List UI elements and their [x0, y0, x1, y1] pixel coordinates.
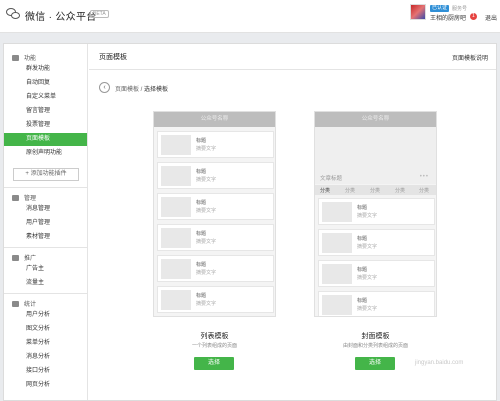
- notification-count[interactable]: 1: [470, 13, 477, 20]
- category-tab: 分类: [345, 188, 356, 194]
- sidebar-item-advertiser[interactable]: 广告主: [4, 263, 87, 276]
- sidebar-item-custom-menu[interactable]: 自定义菜单: [4, 91, 87, 104]
- category-tabs: 分类 分类 分类 分类 分类: [315, 185, 436, 195]
- sidebar-item-page-templates[interactable]: 页面模板: [4, 133, 87, 146]
- image-placeholder: [322, 233, 352, 253]
- sidebar-item-materials[interactable]: 素材管理: [4, 231, 87, 244]
- list-item: 标题 摘要文字: [318, 260, 435, 287]
- list-template-desc: 一个列表组成的页面: [191, 343, 237, 349]
- sidebar-item-comments[interactable]: 留言管理: [4, 105, 87, 118]
- list-item: 标题 摘要文字: [318, 198, 435, 225]
- sidebar-item-web-analysis[interactable]: 网页分析: [4, 379, 87, 392]
- list-template-name: 列表模板: [200, 333, 229, 340]
- image-placeholder: [161, 166, 191, 186]
- beta-badge: BETA: [90, 10, 109, 18]
- breadcrumb-current: 选择模板: [144, 87, 169, 93]
- avatar[interactable]: [410, 4, 426, 20]
- brand-title[interactable]: 微信 · 公众平台: [25, 8, 97, 23]
- account-name-header: 公众号名称: [315, 112, 436, 127]
- megaphone-icon: [12, 255, 19, 261]
- cover-template-preview[interactable]: 公众号名称 文章标题 ••• 分类 分类 分类 分类 分类 标题 摘要文字 标题摘…: [314, 111, 437, 317]
- sidebar-item-auto-reply[interactable]: 自动回复: [4, 77, 87, 90]
- sidebar-item-menu-analysis[interactable]: 菜单分析: [4, 337, 87, 350]
- grid-icon: [12, 55, 19, 61]
- verified-badge: 已认证: [430, 5, 450, 12]
- list-item: 标题 摘要文字: [157, 162, 274, 189]
- folder-icon: [12, 195, 19, 201]
- cover-template-desc: 由封面和分类列表组成的页面: [342, 343, 408, 349]
- image-placeholder: [161, 290, 191, 310]
- main-panel: 页面模板 页面模板说明 ‹ 页面模板 / 选择模板 公众号名称 标题 摘要文字 标…: [89, 44, 496, 400]
- select-list-template-button[interactable]: 选择: [194, 357, 234, 370]
- breadcrumb-root[interactable]: 页面模板: [115, 87, 139, 93]
- watermark: jingyan.baidu.com: [415, 360, 464, 366]
- content-frame: 功能 群发功能 自动回复 自定义菜单 留言管理 投票管理 页面模板 原创声明功能…: [3, 43, 497, 401]
- sidebar-item-publisher[interactable]: 流量主: [4, 277, 87, 290]
- image-placeholder: [161, 259, 191, 279]
- section-manage: 管理: [12, 193, 36, 202]
- sidebar-item-users[interactable]: 用户管理: [4, 217, 87, 230]
- sidebar-item-user-analysis[interactable]: 用户分析: [4, 309, 87, 322]
- divider: [4, 187, 87, 188]
- sidebar-item-voting[interactable]: 投票管理: [4, 119, 87, 132]
- image-placeholder: [161, 197, 191, 217]
- image-placeholder: [161, 135, 191, 155]
- divider: [4, 293, 87, 294]
- breadcrumb: 页面模板 / 选择模板: [115, 87, 169, 93]
- sidebar: 功能 群发功能 自动回复 自定义菜单 留言管理 投票管理 页面模板 原创声明功能…: [4, 44, 88, 400]
- wechat-logo-icon[interactable]: [6, 7, 21, 20]
- list-template-preview[interactable]: 公众号名称 标题 摘要文字 标题 摘要文字 标题 摘要文字 标题 摘要文字 标题 摘要文字…: [153, 111, 276, 317]
- section-function: 功能: [12, 53, 36, 62]
- select-cover-template-button[interactable]: 选择: [355, 357, 395, 370]
- template-help-link[interactable]: 页面模板说明: [452, 53, 488, 62]
- account-name-header: 公众号名称: [154, 112, 275, 127]
- back-arrow-icon[interactable]: ‹: [99, 82, 110, 93]
- list-item: 标题 摘要文字: [157, 286, 274, 313]
- main-header: 页面模板 页面模板说明: [89, 44, 496, 70]
- image-placeholder: [322, 295, 352, 315]
- category-tab: 分类: [395, 188, 406, 194]
- sidebar-item-api-analysis[interactable]: 接口分析: [4, 365, 87, 378]
- list-item: 标题 摘要文字: [318, 229, 435, 256]
- divider: [4, 247, 87, 248]
- sidebar-item-message-analysis[interactable]: 消息分析: [4, 351, 87, 364]
- chart-icon: [12, 301, 19, 307]
- category-tab: 分类: [370, 188, 381, 194]
- top-bar: 微信 · 公众平台 BETA 已认证 服务号 王相的厨房吧 1 退出: [0, 0, 500, 33]
- image-placeholder: [161, 228, 191, 248]
- sidebar-item-article-analysis[interactable]: 图文分析: [4, 323, 87, 336]
- section-stats: 统计: [12, 299, 36, 308]
- list-item: 标题 摘要文字: [157, 131, 274, 158]
- image-placeholder: [322, 264, 352, 284]
- sidebar-item-originality[interactable]: 原创声明功能: [4, 147, 87, 160]
- account-name[interactable]: 王相的厨房吧: [430, 13, 466, 22]
- cover-template-name: 封面模板: [361, 333, 390, 340]
- list-item: 标题 摘要文字: [157, 193, 274, 220]
- image-placeholder: [322, 202, 352, 222]
- logout-link[interactable]: 退出: [485, 13, 497, 22]
- carousel-dots: •••: [419, 174, 429, 180]
- category-tab: 分类: [419, 188, 430, 194]
- page-title: 页面模板: [99, 54, 127, 61]
- sidebar-item-mass-send[interactable]: 群发功能: [4, 63, 87, 76]
- section-promotion: 推广: [12, 253, 36, 262]
- account-type: 服务号: [452, 6, 468, 12]
- list-item: 标题 摘要文字: [157, 255, 274, 282]
- sidebar-item-messages[interactable]: 消息管理: [4, 203, 87, 216]
- cover-title: 文章标题: [320, 176, 343, 182]
- category-tab: 分类: [320, 188, 331, 194]
- list-item: 标题 摘要文字: [318, 291, 435, 316]
- list-item: 标题 摘要文字: [157, 224, 274, 251]
- add-plugin-button[interactable]: + 添加功能插件: [13, 168, 79, 181]
